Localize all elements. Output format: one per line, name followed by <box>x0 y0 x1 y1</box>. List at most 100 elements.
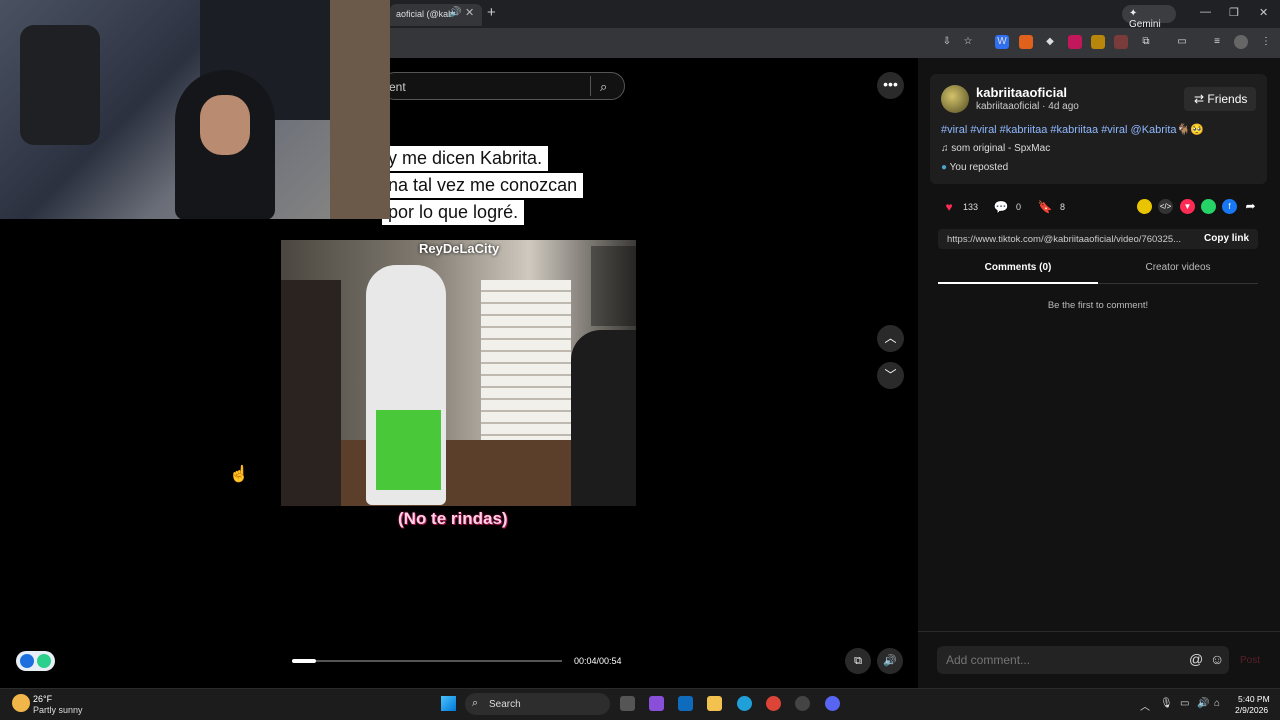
comment-input[interactable] <box>946 653 1176 667</box>
close-tab-icon[interactable]: ✕ <box>465 6 474 19</box>
minimize-button[interactable]: — <box>1200 6 1211 18</box>
progress-track[interactable] <box>292 660 562 662</box>
search-input[interactable]: ent <box>389 80 406 94</box>
weather-temperature[interactable]: 26°F <box>33 694 52 704</box>
background-stairs <box>481 280 571 440</box>
webcam-overlay <box>0 0 390 219</box>
taskbar-search[interactable] <box>465 693 610 715</box>
extension-icon[interactable] <box>1068 35 1082 49</box>
extension-icon[interactable] <box>1019 35 1033 49</box>
copilot-icon[interactable] <box>649 696 664 711</box>
chrome-icon[interactable] <box>766 696 781 711</box>
stream-chat-overlay <box>591 246 636 326</box>
taskbar-search-label[interactable]: Search <box>489 699 521 710</box>
video-caption-line: y me dicen Kabrita. <box>382 146 549 171</box>
tab-comments[interactable]: Comments (0) <box>938 262 1098 284</box>
share-arrow-icon[interactable]: ➦ <box>1243 199 1258 214</box>
new-tab-button[interactable]: + <box>487 4 496 21</box>
save-count: 8 <box>1060 202 1066 212</box>
coin-icon[interactable] <box>1137 199 1152 214</box>
video-time: 00:04/00:54 <box>574 656 622 666</box>
sound-line[interactable]: ♫ som original - SpxMac <box>941 143 1050 154</box>
search-icon[interactable]: ⌕ <box>600 79 607 95</box>
task-view-icon[interactable] <box>620 696 635 711</box>
chair <box>20 25 100 145</box>
restore-button[interactable]: ❐ <box>1229 6 1239 19</box>
bookmark-star-icon[interactable]: ☆ <box>961 35 975 49</box>
profile-avatar[interactable] <box>1234 35 1248 49</box>
gemini-button[interactable]: ✦ Gemini <box>1122 5 1176 30</box>
outlook-icon[interactable] <box>678 696 693 711</box>
username[interactable]: kabriitaaoficial <box>976 85 1067 100</box>
search-icon: ⌕ <box>472 697 479 709</box>
app-icon[interactable] <box>37 654 51 668</box>
reading-list-icon[interactable]: ≡ <box>1210 35 1224 49</box>
clock-date[interactable]: 2/9/2026 <box>1235 705 1268 715</box>
extension-icon[interactable] <box>1091 35 1105 49</box>
app-icon[interactable] <box>795 696 810 711</box>
copy-link-button[interactable]: Copy link <box>1204 233 1249 244</box>
volume-button[interactable]: 🔊 <box>877 648 903 674</box>
heart-icon[interactable]: ♥ <box>941 199 957 215</box>
facebook-icon[interactable]: f <box>1222 199 1237 214</box>
more-options-button[interactable]: ••• <box>877 72 904 99</box>
bookmark-icon[interactable]: 🔖 <box>1037 199 1053 215</box>
side-panel-icon[interactable]: ▭ <box>1175 35 1189 49</box>
extension-icon[interactable]: ◆ <box>1043 35 1057 49</box>
video-link: https://www.tiktok.com/@kabriitaaoficial… <box>947 234 1182 245</box>
repost-text: You reposted <box>949 162 1009 173</box>
empty-comments-message: Be the first to comment! <box>1047 300 1149 311</box>
send-icon[interactable]: ▼ <box>1180 199 1195 214</box>
app-launcher-pill[interactable] <box>16 651 55 671</box>
extension-icon[interactable] <box>1114 35 1128 49</box>
video-watermark: ReyDeLaCity <box>419 241 500 256</box>
clock-time[interactable]: 5:40 PM <box>1238 694 1270 704</box>
show-hidden-icons[interactable]: ︿ <box>1140 698 1150 713</box>
friends-label: Friends <box>1207 92 1248 106</box>
mention-icon[interactable]: @ <box>1189 651 1203 667</box>
next-video-button[interactable]: ﹀ <box>877 362 904 389</box>
search-divider <box>590 76 591 96</box>
post-description[interactable]: #viral #viral #kabriitaa #kabriitaa #vir… <box>941 123 1204 136</box>
picture-in-picture-button[interactable]: ⧉ <box>845 648 871 674</box>
speaker-icon[interactable]: 🔊 <box>449 7 461 18</box>
window-close-button[interactable]: ✕ <box>1259 6 1268 19</box>
divider <box>918 631 1280 632</box>
microphone-icon[interactable]: 🎙 <box>1160 698 1173 709</box>
embed-icon[interactable]: </> <box>1158 199 1173 214</box>
volume-icon[interactable]: 🔊 <box>1197 698 1209 709</box>
repost-line: ● You reposted <box>941 162 1008 173</box>
like-count: 133 <box>963 202 979 212</box>
music-note-icon: ♫ <box>941 143 952 154</box>
comment-count: 0 <box>1016 202 1022 212</box>
install-icon[interactable]: ⇩ <box>940 35 954 49</box>
video-caption-line: na tal vez me conozcan <box>382 173 584 198</box>
extension-icon[interactable]: W <box>995 35 1009 49</box>
file-explorer-icon[interactable] <box>707 696 722 711</box>
network-icon[interactable]: ⌂ <box>1214 698 1220 709</box>
whatsapp-icon[interactable] <box>1201 199 1216 214</box>
app-icon[interactable] <box>20 654 34 668</box>
previous-video-button[interactable]: ︿ <box>877 325 904 352</box>
weather-icon[interactable] <box>12 694 30 712</box>
emoji-icon[interactable]: ☺ <box>1210 651 1224 667</box>
edge-icon[interactable] <box>737 696 752 711</box>
display-icon[interactable]: ▭ <box>1180 698 1189 709</box>
comment-icon[interactable]: 💬 <box>993 199 1009 215</box>
start-button[interactable] <box>441 696 456 711</box>
taskbar <box>0 688 1280 720</box>
tab-title: aoficial (@kab <box>396 9 454 19</box>
handle-and-date: kabriitaaoficial · 4d ago <box>976 101 1079 112</box>
menu-icon[interactable]: ⋮ <box>1259 35 1273 49</box>
green-pants <box>376 410 441 490</box>
weather-description[interactable]: Partly sunny <box>33 705 83 715</box>
friends-button[interactable]: ⇄ Friends <box>1184 87 1256 111</box>
streamer-face <box>200 95 250 155</box>
post-button[interactable]: Post <box>1240 655 1260 666</box>
puzzle-icon[interactable]: ⧉ <box>1139 35 1153 49</box>
progress-fill[interactable] <box>292 659 316 663</box>
search-bar[interactable] <box>381 72 625 100</box>
discord-icon[interactable] <box>825 696 840 711</box>
avatar[interactable] <box>941 85 969 113</box>
tab-creator-videos[interactable]: Creator videos <box>1098 262 1258 284</box>
